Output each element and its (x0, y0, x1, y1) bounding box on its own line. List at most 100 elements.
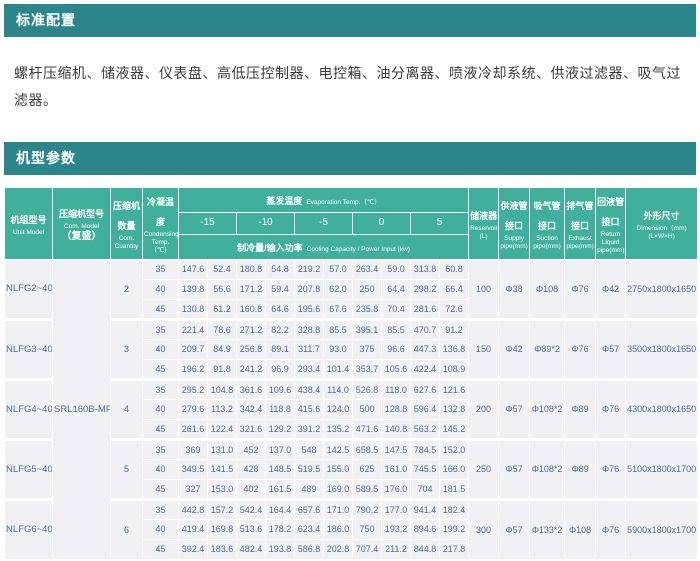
header-dimension-extra: (L×W×H) (627, 233, 696, 241)
cell-power-input: 113.2 (208, 399, 237, 419)
header-dimension-en: Dimension（mm) (627, 225, 696, 233)
section-header-model-params: 机型参数 (4, 142, 696, 175)
header-cooling-en: Cooling Capacity / Power Input (kw) (307, 246, 410, 253)
cell-cooling-capacity: 221.4 (179, 319, 208, 339)
cell-power-input: 70.4 (382, 299, 411, 319)
cell-exhaust: Φ89 (565, 379, 596, 439)
cell-power-input: 131.0 (208, 439, 237, 459)
cell-cooling-capacity: 235.8 (353, 299, 382, 319)
header-return-liquid-en: Return Liquid pipe(mm) (597, 231, 624, 255)
header-com-quantity-en: Com. Cuantity (112, 235, 141, 251)
cell-power-input: 72.6 (440, 299, 469, 319)
cell-power-input: 193.2 (382, 519, 411, 539)
spec-table: 机组型号Unit Model压缩机型号Com. Model（复盛）压缩机数量Co… (4, 187, 698, 560)
header-cooling-zh: 制冷量/输入功率 (237, 243, 303, 253)
cell-suction: Φ108*2 (530, 439, 565, 499)
cell-cooling-capacity: 750 (353, 519, 382, 539)
header-dimension: 外形尺寸Dimension（mm)(L×W×H) (626, 187, 698, 259)
cell-cooling-capacity: 171.2 (237, 279, 266, 299)
cell-dimension: 5900x1800x1700 (626, 499, 698, 559)
header-reservoir-en: Reservoir (470, 225, 497, 233)
cell-power-input: 202.8 (324, 539, 353, 559)
header-exhaust: 排气管接口Exhaust pipe(mm) (565, 187, 596, 259)
cell-cooling-capacity: 256.8 (237, 339, 266, 359)
cell-cooling-capacity: 321.6 (237, 419, 266, 439)
cell-power-input: 182.4 (440, 499, 469, 519)
cell-unit-model: NLFG2~40 (5, 259, 53, 319)
cell-power-input: 161.0 (382, 459, 411, 479)
model-params-title: 机型参数 (16, 150, 76, 166)
cell-cooling-capacity: 513.6 (237, 519, 266, 539)
cell-cooling-capacity: 438.4 (295, 379, 324, 399)
cell-power-input: 169.0 (324, 479, 353, 499)
cell-cooling-capacity: 589.5 (353, 479, 382, 499)
cell-power-input: 104.8 (208, 379, 237, 399)
cell-cooling-capacity: 470.7 (411, 319, 440, 339)
cell-cooling-capacity: 139.8 (179, 279, 208, 299)
cell-power-input: 96.6 (382, 339, 411, 359)
cell-cooling-capacity: 295.2 (179, 379, 208, 399)
cell-exhaust: Φ108 (565, 499, 596, 559)
cell-power-input: 142.5 (324, 439, 353, 459)
header-com-model-zh: 压缩机型号 (59, 209, 104, 219)
header-supply-en: Supply pipe(mm) (500, 235, 528, 251)
cell-power-input: 164.4 (266, 499, 295, 519)
cell-cooling-capacity: 402 (237, 479, 266, 499)
page: 标准配置 螺杆压缩机、储液器、仪表盘、高低压控制器、电控箱、油分离器、喷液冷却系… (0, 0, 700, 561)
cell-supply: Φ38 (499, 259, 530, 319)
cell-power-input: 178.2 (266, 519, 295, 539)
cell-cooling-capacity: 281.6 (411, 299, 440, 319)
cell-power-input: 114.0 (324, 379, 353, 399)
cell-power-input: 59.0 (382, 259, 411, 279)
cell-power-input: 183.6 (208, 539, 237, 559)
cell-cooling-capacity: 327 (179, 479, 208, 499)
cell-power-input: 128.8 (382, 399, 411, 419)
cell-cooling-capacity: 395.1 (353, 319, 382, 339)
header-cooling: 制冷量/输入功率 Cooling Capacity / Power Input (… (179, 234, 469, 259)
cell-cooling-capacity: 519.5 (295, 459, 324, 479)
header-reservoir: 储液器Reservoir(L) (469, 187, 499, 259)
cell-cooling-capacity: 342.4 (237, 399, 266, 419)
cell-condensing-temp: 40 (143, 279, 179, 299)
cell-cooling-capacity: 784.5 (411, 439, 440, 459)
cell-power-input: 67.6 (324, 299, 353, 319)
cell-condensing-temp: 35 (143, 319, 179, 339)
cell-cooling-capacity: 250 (353, 279, 382, 299)
cell-power-input: 59.4 (266, 279, 295, 299)
cell-reservoir: 250 (469, 439, 499, 499)
cell-power-input: 161.5 (266, 479, 295, 499)
cell-condensing-temp: 35 (143, 379, 179, 399)
cell-com-quantity: 2 (111, 259, 143, 319)
cell-cooling-capacity: 596.4 (411, 399, 440, 419)
cell-cooling-capacity: 207.8 (295, 279, 324, 299)
cell-dimension: 3500x1800x1650 (626, 319, 698, 379)
cell-exhaust: Φ76 (565, 259, 596, 319)
header-suction-zh: 吸气管接口 (534, 201, 561, 231)
cell-dimension: 2750x1800x1650 (626, 259, 698, 319)
header-evap-temp--15: -15 (179, 212, 237, 234)
header-supply: 供液管接口Supply pipe(mm) (499, 187, 530, 259)
cell-condensing-temp: 40 (143, 519, 179, 539)
cell-condensing-temp: 35 (143, 259, 179, 279)
cell-cooling-capacity: 428 (237, 459, 266, 479)
cell-power-input: 157.2 (208, 499, 237, 519)
cell-cooling-capacity: 482.4 (237, 539, 266, 559)
cell-power-input: 109.6 (266, 379, 295, 399)
cell-reservoir: 150 (469, 319, 499, 379)
cell-cooling-capacity: 147.6 (179, 259, 208, 279)
cell-power-input: 152.0 (440, 439, 469, 459)
cell-power-input: 141.5 (208, 459, 237, 479)
header-evaporation: 蒸发温度Evaporation Temp.（℃） (179, 187, 469, 212)
cell-com-quantity: 6 (111, 499, 143, 559)
cell-power-input: 57.0 (324, 259, 353, 279)
cell-power-input: 129.2 (266, 419, 295, 439)
cell-supply: Φ57 (499, 439, 530, 499)
cell-cooling-capacity: 489 (295, 479, 324, 499)
cell-cooling-capacity: 241.2 (237, 359, 266, 379)
cell-cooling-capacity: 526.8 (353, 379, 382, 399)
cell-power-input: 118.8 (266, 399, 295, 419)
cell-unit-model: NLFG3~40 (5, 319, 53, 379)
header-unit-model-en: Unit Model (6, 229, 51, 237)
cell-power-input: 121.6 (440, 379, 469, 399)
cell-cooling-capacity: 707.4 (353, 539, 382, 559)
